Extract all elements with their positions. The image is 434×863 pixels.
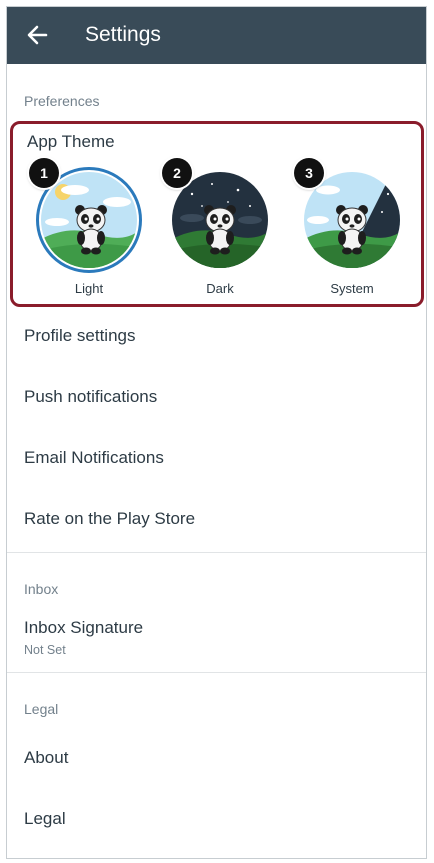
- rate-play-store-item[interactable]: Rate on the Play Store: [24, 509, 195, 529]
- toolbar: Settings: [7, 7, 426, 64]
- arrow-left-icon[interactable]: [23, 21, 51, 49]
- theme-label-dark: Dark: [206, 281, 234, 296]
- dark-theme-icon: [172, 172, 268, 268]
- theme-option-light[interactable]: 1 Light: [29, 158, 144, 302]
- inbox-signature-value: Not Set: [24, 643, 66, 657]
- theme-label-system: System: [330, 281, 374, 296]
- badge-3: 3: [294, 158, 324, 188]
- badge-1: 1: [29, 158, 59, 188]
- page-title: Settings: [85, 23, 161, 46]
- divider: [7, 672, 426, 673]
- light-theme-icon: [41, 172, 137, 268]
- theme-label-light: Light: [74, 281, 104, 296]
- legal-header: Legal: [24, 701, 59, 717]
- push-notifications-item[interactable]: Push notifications: [24, 387, 157, 407]
- settings-screen: Settings Preferences App Theme 1 Light 2…: [6, 6, 427, 859]
- inbox-signature-item[interactable]: Inbox Signature: [24, 618, 143, 638]
- app-theme-title: App Theme: [27, 132, 115, 151]
- email-notifications-item[interactable]: Email Notifications: [24, 448, 164, 468]
- theme-option-dark[interactable]: 2 Dark: [162, 158, 275, 302]
- theme-option-system[interactable]: 3 System: [294, 158, 407, 302]
- divider: [7, 552, 426, 553]
- inbox-header: Inbox: [24, 581, 59, 597]
- badge-2: 2: [162, 158, 192, 188]
- profile-settings-item[interactable]: Profile settings: [24, 326, 136, 346]
- preferences-header: Preferences: [24, 93, 100, 109]
- about-item[interactable]: About: [24, 748, 68, 768]
- system-theme-icon: [304, 172, 400, 268]
- app-theme-panel: App Theme 1 Light 2 Dark 3 System: [10, 121, 424, 307]
- legal-item[interactable]: Legal: [24, 809, 66, 829]
